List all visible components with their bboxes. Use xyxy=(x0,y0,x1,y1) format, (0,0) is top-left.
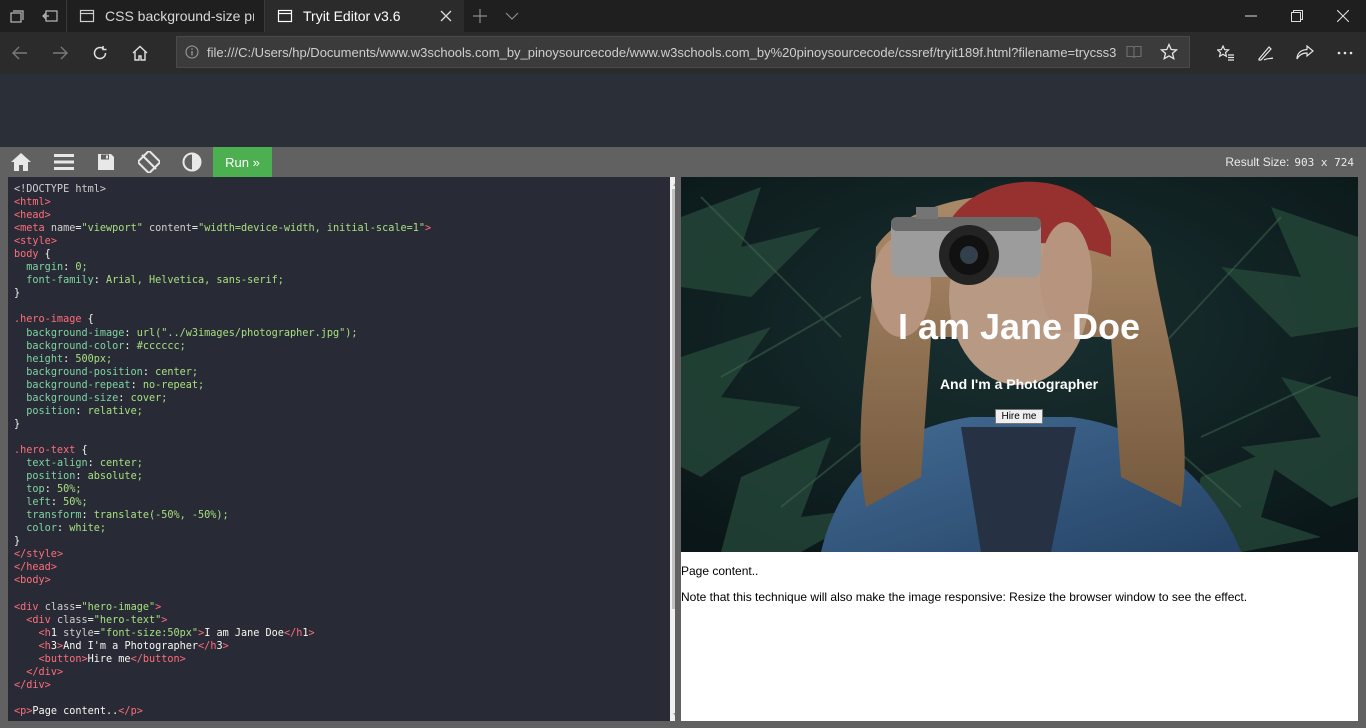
menu-icon xyxy=(54,154,74,170)
editor-panels: <!DOCTYPE html> <html> <head> <meta name… xyxy=(0,177,1366,728)
scroll-down-arrow[interactable] xyxy=(670,709,675,721)
address-url[interactable]: file:///C:/Users/hp/Documents/www.w3scho… xyxy=(207,45,1119,60)
tab-actions-button[interactable] xyxy=(0,0,33,32)
result-size-label: Result Size: xyxy=(1225,155,1290,169)
page-icon xyxy=(79,9,95,23)
theme-toggle-button[interactable] xyxy=(171,147,213,177)
contrast-icon xyxy=(182,152,202,172)
close-window-button[interactable] xyxy=(1320,0,1366,32)
tab-tryit-editor[interactable]: Tryit Editor v3.6 xyxy=(264,0,464,32)
plus-icon xyxy=(473,9,487,23)
set-aside-tabs-icon xyxy=(41,10,58,22)
tab-title: CSS background-size prope xyxy=(105,8,254,24)
home-button[interactable] xyxy=(120,32,160,74)
forward-button[interactable] xyxy=(40,32,80,74)
home-icon xyxy=(11,153,31,171)
menu-button[interactable] xyxy=(43,147,85,177)
triangle-down-icon xyxy=(673,712,675,716)
window-controls xyxy=(1228,0,1366,32)
save-icon xyxy=(98,154,114,170)
close-icon xyxy=(1337,10,1349,22)
rotate-icon xyxy=(138,151,160,173)
save-button[interactable] xyxy=(85,147,127,177)
code-editor[interactable]: <!DOCTYPE html> <html> <head> <meta name… xyxy=(8,177,675,721)
arrow-right-icon xyxy=(53,46,68,60)
home-icon xyxy=(132,45,148,61)
chevron-down-icon xyxy=(505,12,519,20)
navigation-bar: file:///C:/Users/hp/Documents/www.w3scho… xyxy=(0,32,1366,74)
book-icon xyxy=(1126,45,1142,59)
minimize-button[interactable] xyxy=(1228,0,1274,32)
tab-css-background-size[interactable]: CSS background-size prope xyxy=(66,0,264,32)
add-favorite-button[interactable] xyxy=(1149,37,1189,67)
close-icon xyxy=(440,10,452,22)
scroll-up-arrow[interactable] xyxy=(670,177,675,189)
info-icon xyxy=(185,45,199,59)
code-scrollbar[interactable] xyxy=(670,177,675,721)
hire-me-button[interactable]: Hire me xyxy=(995,409,1043,424)
new-tab-button[interactable] xyxy=(464,0,496,32)
address-bar[interactable]: file:///C:/Users/hp/Documents/www.w3scho… xyxy=(176,36,1190,68)
reading-view-button[interactable] xyxy=(1119,37,1149,67)
web-note-button[interactable] xyxy=(1246,32,1286,74)
restore-icon xyxy=(1291,10,1303,22)
tab-set-aside-icon xyxy=(9,10,24,23)
triangle-up-icon xyxy=(673,182,675,186)
more-button[interactable] xyxy=(1325,32,1365,74)
responsive-note-text: Note that this technique will also make … xyxy=(681,590,1248,604)
arrow-left-icon xyxy=(12,46,27,60)
back-button[interactable] xyxy=(0,32,40,74)
result-frame: I am Jane Doe And I'm a Photographer Hir… xyxy=(681,177,1358,721)
hero-subtitle: And I'm a Photographer xyxy=(939,376,1099,392)
minimize-icon xyxy=(1245,15,1257,17)
favorites-list-icon xyxy=(1217,45,1234,61)
hero-text: I am Jane Doe And I'm a Photographer Hir… xyxy=(869,306,1169,424)
page-header-area xyxy=(0,74,1366,147)
hero-title: I am Jane Doe xyxy=(897,306,1141,347)
tab-title: Tryit Editor v3.6 xyxy=(303,8,401,24)
share-button[interactable] xyxy=(1285,32,1325,74)
rotate-layout-button[interactable] xyxy=(128,147,170,177)
tab-list-button[interactable] xyxy=(496,0,528,32)
page-icon xyxy=(277,9,293,23)
code-text[interactable]: <!DOCTYPE html> <html> <head> <meta name… xyxy=(14,183,431,718)
star-icon xyxy=(1160,43,1178,61)
refresh-button[interactable] xyxy=(80,32,120,74)
home-link[interactable] xyxy=(0,147,42,177)
tryit-toolbar: Run » Result Size: 903 x 724 xyxy=(0,147,1366,177)
page-content-text: Page content.. xyxy=(681,564,759,578)
restore-button[interactable] xyxy=(1274,0,1320,32)
hero-image: I am Jane Doe And I'm a Photographer Hir… xyxy=(681,177,1358,552)
share-icon xyxy=(1296,45,1314,60)
tab-strip: CSS background-size prope Tryit Editor v… xyxy=(0,0,1366,32)
pen-icon xyxy=(1258,46,1274,61)
tab-restore-button[interactable] xyxy=(33,0,66,32)
result-size-value: 903 x 724 xyxy=(1294,155,1354,169)
more-icon xyxy=(1337,51,1353,55)
favorites-button[interactable] xyxy=(1206,32,1246,74)
close-tab-button[interactable] xyxy=(438,8,454,24)
run-button[interactable]: Run » xyxy=(213,147,272,177)
refresh-icon xyxy=(93,46,107,60)
result-size: Result Size: 903 x 724 xyxy=(1225,147,1354,177)
scroll-thumb[interactable] xyxy=(672,189,675,609)
